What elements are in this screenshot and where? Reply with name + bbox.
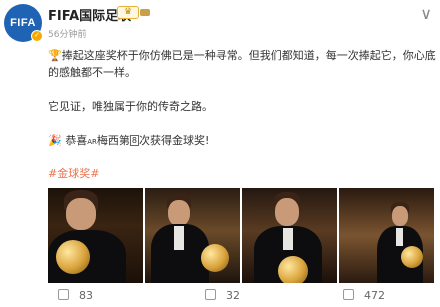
share-count: 83 — [79, 289, 93, 302]
post-text-line: 它见证，唯独属于你的传奇之路。 — [48, 100, 213, 113]
post-text-line: 的感触都不一样。 — [48, 66, 136, 79]
like-count: 472 — [364, 289, 385, 302]
post-image[interactable] — [339, 188, 434, 283]
congrats-line: 🎉 恭喜AR梅西第 8 次获得金球奖! — [48, 132, 433, 148]
number-box: 8 — [129, 135, 139, 146]
celebration-icon: 🎉 — [48, 134, 62, 147]
ar-mark: AR — [87, 138, 97, 146]
share-button[interactable]: 83 — [58, 289, 93, 302]
like-button[interactable]: 472 — [343, 289, 385, 302]
post-header: FIFA ✓ FIFA国际足联 ♛ 56分钟前 ∨ — [0, 0, 440, 44]
chevron-down-icon[interactable]: ∨ — [420, 4, 432, 23]
verified-icon: ✓ — [31, 30, 43, 42]
post-image[interactable] — [48, 188, 143, 283]
post-text-line: 🏆捧起这座奖杯于你仿佛已是一种寻常。但我们都知道，每一次捧起它，你心底 — [48, 47, 436, 63]
congrats-text: 梅西第 — [96, 134, 130, 147]
comment-count: 32 — [226, 289, 240, 302]
fan-badge[interactable]: ♛ — [117, 6, 139, 19]
share-icon — [58, 289, 69, 300]
post-time: 56分钟前 — [48, 30, 87, 40]
post-text: 捧起这座奖杯于你仿佛已是一种寻常。但我们都知道，每一次捧起它，你心底 — [61, 49, 436, 62]
congrats-text: 次获得金球奖! — [138, 134, 210, 147]
comment-icon — [205, 289, 216, 300]
post-image[interactable] — [145, 188, 240, 283]
post-image[interactable] — [242, 188, 337, 283]
like-icon — [343, 289, 354, 300]
action-bar: 83 32 472 — [0, 287, 440, 307]
congrats-text: 恭喜 — [65, 134, 88, 147]
trophy-icon: 🏆 — [48, 49, 62, 62]
comment-button[interactable]: 32 — [205, 289, 240, 302]
hashtag-link[interactable]: #金球奖# — [48, 165, 99, 181]
level-icon — [140, 9, 150, 16]
